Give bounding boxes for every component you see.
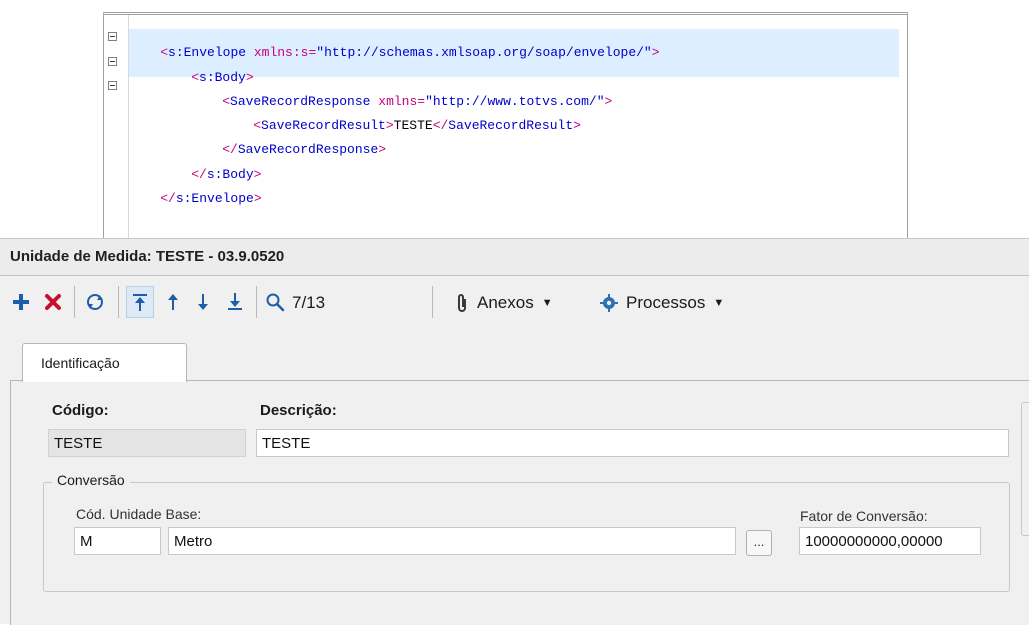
- record-counter: 7/13: [292, 293, 326, 312]
- refresh-icon: [87, 294, 103, 310]
- fator-conversao-field[interactable]: 10000000000,00000: [799, 527, 981, 555]
- arrow-down-icon: [198, 294, 208, 310]
- plus-icon: [13, 294, 29, 310]
- tab-label: Identificação: [41, 355, 120, 371]
- cod-unidade-base-label: Cód. Unidade Base:: [76, 506, 202, 522]
- next-record-button[interactable]: [190, 286, 216, 318]
- attachments-label: Anexos: [477, 293, 534, 312]
- fold-toggle-icon[interactable]: [108, 57, 117, 66]
- codigo-label: Código:: [52, 402, 109, 419]
- arrow-up-icon: [168, 294, 178, 310]
- xml-viewer: <s:Envelope xmlns:s="http://schemas.xmls…: [103, 12, 908, 239]
- toolbar: 7/13 Anexos ▼ Processos ▼: [0, 276, 1029, 330]
- record-window: Unidade de Medida: TESTE - 03.9.0520 7/1…: [0, 238, 1029, 625]
- search-button[interactable]: [262, 286, 288, 318]
- tab-container: Identificação Código: TESTE Descrição: T…: [0, 342, 1029, 625]
- cod-unidade-base-field[interactable]: M: [74, 527, 161, 555]
- window-titlebar: Unidade de Medida: TESTE - 03.9.0520: [0, 239, 1029, 276]
- fator-conversao-label: Fator de Conversão:: [800, 508, 928, 524]
- right-edge-panel: [1021, 402, 1029, 536]
- descricao-label: Descrição:: [260, 402, 337, 419]
- xml-line-7: </s:Envelope>: [160, 191, 262, 206]
- x-icon: [45, 294, 61, 310]
- fold-toggle-icon[interactable]: [108, 32, 117, 41]
- last-record-icon: [228, 293, 242, 310]
- attachments-menu-button[interactable]: Anexos ▼: [455, 293, 553, 313]
- window-title: Unidade de Medida: TESTE - 03.9.0520: [10, 248, 285, 265]
- toolbar-separator: [432, 286, 433, 318]
- last-record-button[interactable]: [222, 286, 248, 318]
- first-record-button[interactable]: [126, 286, 154, 318]
- search-icon: [266, 293, 285, 312]
- toolbar-separator: [118, 286, 119, 318]
- refresh-button[interactable]: [80, 286, 110, 318]
- previous-record-button[interactable]: [160, 286, 186, 318]
- add-button[interactable]: [8, 286, 34, 318]
- gear-icon: [600, 294, 618, 312]
- toolbar-separator: [256, 286, 257, 318]
- processes-menu-button[interactable]: Processos ▼: [600, 293, 724, 313]
- chevron-down-icon: ▼: [541, 297, 553, 309]
- paperclip-icon: [458, 294, 466, 312]
- conversao-group-title: Conversão: [52, 472, 130, 488]
- lookup-button[interactable]: ...: [746, 530, 772, 556]
- fold-toggle-icon[interactable]: [108, 81, 117, 90]
- chevron-down-icon: ▼: [713, 297, 725, 309]
- toolbar-separator: [74, 286, 75, 318]
- unidade-base-description-field: Metro: [168, 527, 736, 555]
- processes-label: Processos: [626, 293, 706, 312]
- codigo-field: TESTE: [48, 429, 246, 457]
- delete-button[interactable]: [40, 286, 66, 318]
- first-record-icon: [133, 294, 147, 311]
- tab-identificacao[interactable]: Identificação: [22, 343, 187, 382]
- descricao-field[interactable]: TESTE: [256, 429, 1009, 457]
